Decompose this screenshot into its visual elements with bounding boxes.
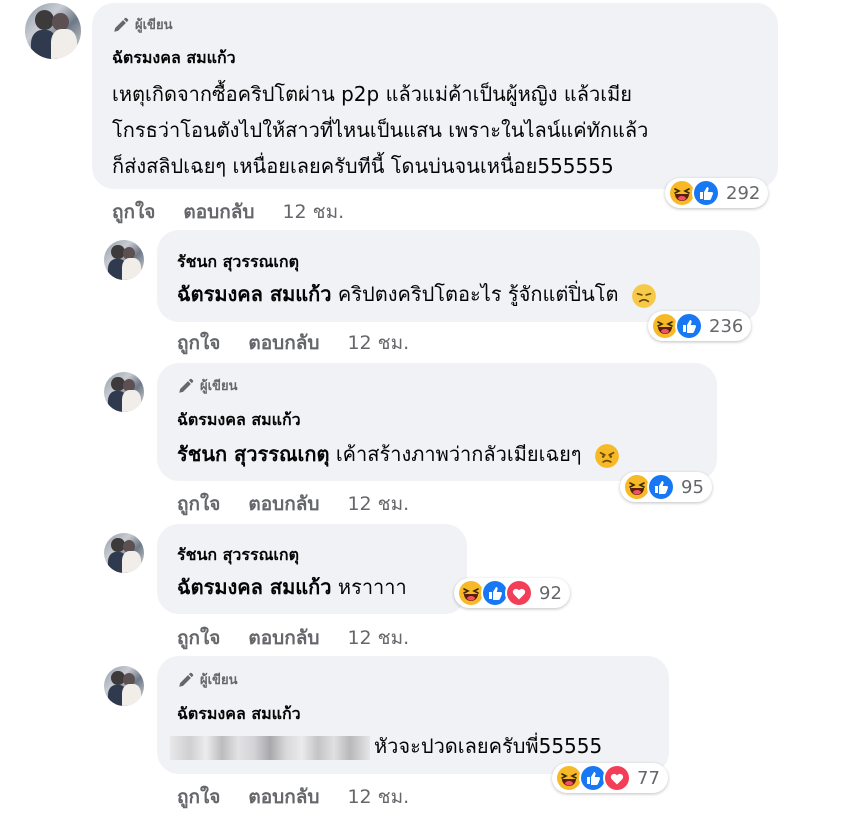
reply-button[interactable]: ตอบกลับ [248,328,319,358]
avatar[interactable] [25,3,81,59]
like-button[interactable]: ถูกใจ [112,197,155,227]
comment-text-line: โกรธว่าโอนตังไปให้สาวที่ไหนเป็นแสน เพราะ… [112,118,649,142]
avatar[interactable] [104,533,144,573]
avatar[interactable] [104,372,144,412]
author-badge-label: ผู้เขียน [200,673,238,688]
pencil-icon [177,377,195,395]
timestamp[interactable]: 12 ชม. [347,782,409,812]
reply-button[interactable]: ตอบกลับ [248,782,319,812]
comment-text: ฉัตรมงคล สมแก้ว คริปตงคริปโตอะไร รู้จักแ… [177,277,657,311]
reaction-count: 292 [726,182,761,204]
reply-button[interactable]: ตอบกลับ [248,489,319,519]
reaction-summary[interactable]: 77 [552,763,668,793]
reaction-count: 77 [637,767,660,789]
reply-button[interactable]: ตอบกลับ [248,623,319,653]
comment-text-body: คริปตงคริปโตอะไร รู้จักแต่ปิ่นโต [331,282,619,306]
reaction-count: 92 [539,582,562,604]
comment-actions: ถูกใจ ตอบกลับ 12 ชม. [177,489,409,519]
like-button[interactable]: ถูกใจ [177,328,220,358]
like-icon [647,473,675,501]
comment-author-name[interactable]: รัชนก สุวรรณเกตุ [177,543,299,568]
comment-text: หัวจะปวดเลยครับพี่55555 [170,729,602,763]
comment-author-name[interactable]: ฉัตรมงคล สมแก้ว [112,46,236,71]
like-icon [675,312,703,340]
pencil-icon [112,16,130,34]
author-badge: ผู้เขียน [112,14,172,35]
comment-text-body: เค้าสร้างภาพว่ากลัวเมียเฉยๆ [329,442,582,466]
comment-text-line: เหตุเกิดจากซื้อคริปโตผ่าน p2p แล้วแม่ค้า… [112,82,633,106]
comment-actions: ถูกใจ ตอบกลับ 12 ชม. [112,197,344,227]
comment-text: รัชนก สุวรรณเกตุ เค้าสร้างภาพว่ากลัวเมีย… [177,437,620,471]
comment-text-body: หราาาา [331,575,407,599]
pencil-icon [177,671,195,689]
like-button[interactable]: ถูกใจ [177,489,220,519]
comment-author-name[interactable]: ฉัตรมงคล สมแก้ว [177,702,301,727]
reaction-summary[interactable]: 92 [454,578,570,608]
comment-text-line: ก็ส่งสลิปเฉยๆ เหนื่อยเลยครับทีนี้ โดนบ่น… [112,154,614,178]
reaction-summary[interactable]: 292 [665,178,769,208]
author-badge-label: ผู้เขียน [135,18,173,33]
blurred-mention [170,735,370,760]
love-icon [603,764,631,792]
like-icon [692,179,720,207]
comment-text-body: หัวจะปวดเลยครับพี่55555 [374,734,603,758]
like-button[interactable]: ถูกใจ [177,623,220,653]
comment-actions: ถูกใจ ตอบกลับ 12 ชม. [177,782,409,812]
timestamp[interactable]: 12 ชม. [282,197,344,227]
timestamp[interactable]: 12 ชม. [347,623,409,653]
angry-face-emoji [594,443,620,469]
mention-link[interactable]: ฉัตรมงคล สมแก้ว [177,575,332,599]
sad-face-emoji [631,283,657,309]
comment-actions: ถูกใจ ตอบกลับ 12 ชม. [177,623,409,653]
love-icon [505,579,533,607]
author-badge: ผู้เขียน [177,669,237,690]
reaction-summary[interactable]: 95 [620,472,712,502]
reaction-count: 236 [709,315,744,337]
comment-author-name[interactable]: รัชนก สุวรรณเกตุ [177,250,299,275]
reply-button[interactable]: ตอบกลับ [183,197,254,227]
author-badge-label: ผู้เขียน [200,379,238,394]
mention-link[interactable]: ฉัตรมงคล สมแก้ว [177,282,332,306]
avatar[interactable] [104,240,144,280]
author-badge: ผู้เขียน [177,375,237,396]
mention-link[interactable]: รัชนก สุวรรณเกตุ [177,442,329,466]
reaction-count: 95 [681,476,704,498]
reaction-summary[interactable]: 236 [648,311,752,341]
like-button[interactable]: ถูกใจ [177,782,220,812]
timestamp[interactable]: 12 ชม. [347,489,409,519]
comment-text: ฉัตรมงคล สมแก้ว หราาาา [177,570,407,604]
timestamp[interactable]: 12 ชม. [347,328,409,358]
comment-actions: ถูกใจ ตอบกลับ 12 ชม. [177,328,409,358]
avatar[interactable] [104,666,144,706]
comment-author-name[interactable]: ฉัตรมงคล สมแก้ว [177,408,301,433]
